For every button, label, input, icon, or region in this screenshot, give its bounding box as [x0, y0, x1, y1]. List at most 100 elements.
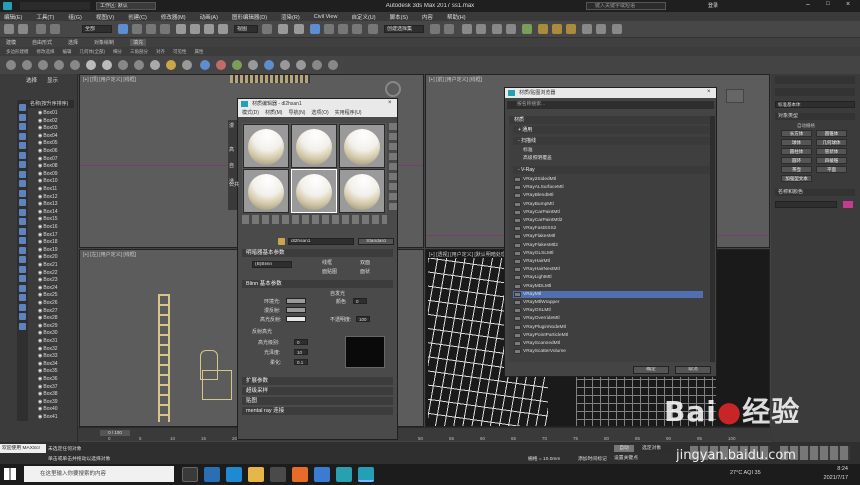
ribbon-group[interactable]: 细分	[113, 49, 122, 55]
vray-material-item[interactable]: VRayHairMtl	[513, 258, 703, 265]
visibility-icon[interactable]: ◉	[38, 201, 42, 207]
scene-object-row[interactable]: ◉Box40	[38, 406, 76, 413]
visibility-icon[interactable]: ◉	[38, 300, 42, 306]
scene-object-row[interactable]: ◉Box34	[38, 361, 76, 368]
vray-material-item[interactable]: VRayHairNextMtl	[513, 266, 703, 273]
menu-item[interactable]: 修改器(M)	[161, 13, 186, 21]
scene-object-row[interactable]: ◉Box17	[38, 232, 76, 239]
windows-start-icon[interactable]	[4, 468, 16, 480]
group-materials[interactable]: 材质	[509, 116, 714, 124]
visibility-icon[interactable]: ◉	[38, 148, 42, 154]
vray-material-item[interactable]: VRayMtlWrapper	[513, 299, 703, 306]
specular-level-spinner[interactable]: 0	[294, 339, 308, 345]
tool-icon[interactable]	[232, 60, 242, 70]
link-icon[interactable]	[36, 24, 46, 34]
vray-material-item[interactable]: VRayOSLMtl	[513, 307, 703, 314]
filter-icon[interactable]	[19, 313, 26, 320]
curve-editor-icon[interactable]	[492, 24, 502, 34]
autogrid-checkbox[interactable]: 自动栅格	[797, 123, 815, 129]
scene-object-row[interactable]: ◉Box35	[38, 368, 76, 375]
object-type-rollout[interactable]: 对象类型	[775, 113, 855, 120]
visibility-icon[interactable]: ◉	[38, 239, 42, 245]
scene-object-row[interactable]: ◉Box16	[38, 224, 76, 231]
visibility-icon[interactable]: ◉	[38, 361, 42, 367]
filter-icon[interactable]	[19, 294, 26, 301]
tool-icon[interactable]	[182, 60, 192, 70]
scene-object-row[interactable]: ◉Box41	[38, 414, 76, 421]
scene-object-row[interactable]: ◉Box18	[38, 239, 76, 246]
sample-slot[interactable]	[291, 124, 337, 168]
scene-object-row[interactable]: ◉Box10	[38, 178, 76, 185]
login-link[interactable]: 登录	[708, 2, 718, 9]
vray-frame-buffer-icon[interactable]	[612, 24, 622, 34]
scene-object-row[interactable]: ◉Box19	[38, 247, 76, 254]
vray-material-item[interactable]: VRayLightMtl	[513, 274, 703, 281]
viewcube-icon[interactable]	[726, 89, 744, 103]
scene-object-row[interactable]: ◉Box01	[38, 110, 76, 117]
vray-material-item-selected[interactable]: VRayMtl	[513, 290, 703, 298]
viewcube-icon[interactable]	[385, 81, 401, 97]
object-color-swatch[interactable]	[843, 201, 853, 208]
object-name-field[interactable]	[775, 201, 837, 208]
tool-icon[interactable]	[86, 60, 96, 70]
filter-icon[interactable]	[19, 284, 26, 292]
visibility-icon[interactable]: ◉	[38, 254, 42, 260]
visibility-icon[interactable]: ◉	[38, 338, 42, 344]
browser-icon[interactable]	[314, 467, 330, 482]
name-color-rollout[interactable]: 名称和颜色	[775, 189, 855, 196]
menu-item[interactable]: 选项(O)	[311, 109, 328, 117]
pick-material-icon[interactable]	[278, 238, 285, 245]
place-icon[interactable]	[218, 24, 228, 34]
filter-icon[interactable]	[19, 265, 26, 273]
filter-icon[interactable]	[19, 113, 26, 121]
tool-icon[interactable]	[118, 60, 128, 70]
browser-search-input[interactable]: 按名称搜索...	[507, 101, 714, 109]
named-selection-dropdown[interactable]: 创建选择集	[384, 25, 424, 33]
menu-item[interactable]: 编辑(E)	[4, 13, 22, 21]
percent-snap-icon[interactable]	[338, 24, 348, 34]
edit-named-selection-icon[interactable]	[368, 24, 378, 34]
close-icon[interactable]: ×	[388, 100, 396, 108]
sun-icon[interactable]	[166, 60, 176, 70]
menu-item[interactable]: 图形编辑器(D)	[232, 13, 267, 21]
vray-light-icon[interactable]	[596, 24, 606, 34]
viewport-label[interactable]: [+] [顶] [用户定义] [线框]	[83, 76, 136, 83]
filter-icon[interactable]	[19, 237, 26, 244]
tool-icon[interactable]	[102, 60, 112, 70]
layer-explorer-icon[interactable]	[462, 24, 472, 34]
tool-icon[interactable]	[280, 60, 290, 70]
create-category-icons[interactable]	[775, 88, 855, 96]
scene-object-row[interactable]: ◉Box21	[38, 262, 76, 269]
visibility-icon[interactable]: ◉	[38, 270, 42, 276]
visibility-icon[interactable]: ◉	[38, 353, 42, 359]
ribbon-group[interactable]: 三角剖分	[130, 49, 148, 55]
sample-slot-active[interactable]	[291, 169, 337, 213]
material-name-field[interactable]: dl2hsan1	[288, 238, 354, 245]
ribbon-group[interactable]: 编辑	[63, 49, 72, 55]
visibility-icon[interactable]: ◉	[38, 133, 42, 139]
tool-icon[interactable]	[134, 60, 144, 70]
vray-material-item[interactable]: VRay2SidedMtl	[513, 176, 703, 183]
vray-material-item[interactable]: VRayBlendMtl	[513, 192, 703, 199]
store-icon[interactable]	[270, 467, 286, 482]
visibility-icon[interactable]: ◉	[38, 125, 42, 131]
tool-icon[interactable]	[296, 60, 306, 70]
keyboard-shortcut-icon[interactable]	[294, 24, 304, 34]
scene-object-row[interactable]: ◉Box23	[38, 277, 76, 284]
scene-object-row[interactable]: ◉Box04	[38, 133, 76, 140]
visibility-icon[interactable]: ◉	[38, 399, 42, 405]
tool-icon[interactable]	[22, 60, 32, 70]
create-object-button[interactable]: 长方体	[781, 130, 812, 137]
menu-item[interactable]: 实用程序(U)	[335, 109, 362, 117]
filter-icon[interactable]	[19, 123, 26, 130]
specular-color-swatch[interactable]	[286, 316, 306, 322]
ribbon-group[interactable]: 多边形建模	[6, 49, 29, 55]
sample-slot[interactable]	[339, 169, 385, 213]
vray-material-item[interactable]: VRayPluginNodeMtl	[513, 324, 703, 331]
help-icon[interactable]	[328, 60, 338, 70]
scene-object-row[interactable]: ◉Box05	[38, 140, 76, 147]
menu-item[interactable]: 自定义(U)	[351, 13, 375, 21]
select-by-name-icon[interactable]	[132, 24, 142, 34]
menu-item[interactable]: 工具(T)	[36, 13, 54, 21]
create-object-button[interactable]: 加强型文本	[781, 175, 812, 182]
